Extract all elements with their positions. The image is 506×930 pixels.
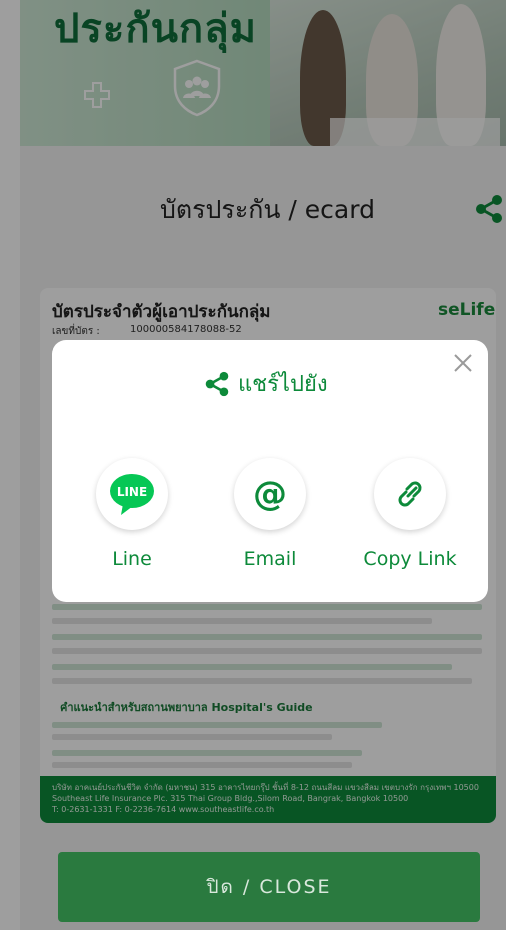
share-dialog-title: แชร์ไปยัง (204, 366, 328, 401)
app-screen: ประกันกลุ่ม บัตรประกัน / ecard บัตรประจำ… (0, 0, 506, 930)
link-icon (398, 481, 422, 507)
line-option-circle[interactable]: LINE (96, 458, 168, 530)
svg-text:LINE: LINE (117, 485, 147, 499)
share-option-email[interactable]: @ Email (210, 458, 330, 578)
share-dialog-title-text: แชร์ไปยัง (238, 372, 328, 397)
share-option-copy-link[interactable]: Copy Link (350, 458, 470, 578)
share-option-label: Copy Link (363, 548, 457, 570)
share-option-label: Line (112, 548, 152, 570)
at-sign-icon: @ (253, 474, 287, 514)
line-app-icon: LINE (110, 474, 154, 515)
close-button[interactable]: ปิด / CLOSE (58, 852, 480, 922)
share-option-label: Email (243, 548, 297, 570)
share-dialog: แชร์ไปยัง LINE Line @ Email Copy Link (52, 340, 488, 602)
share-option-line[interactable]: LINE Line (72, 458, 192, 578)
close-icon[interactable] (450, 350, 476, 376)
email-option-circle[interactable]: @ (234, 458, 306, 530)
share-icon (205, 371, 229, 396)
copy-link-option-circle[interactable] (374, 458, 446, 530)
